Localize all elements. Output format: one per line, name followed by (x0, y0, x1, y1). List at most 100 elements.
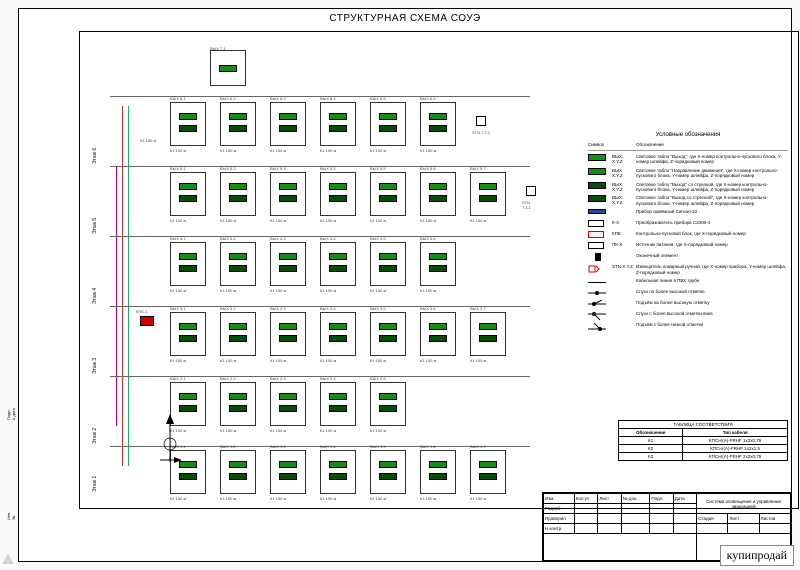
device-cabinet (170, 242, 206, 286)
exit-sign-icon (229, 113, 247, 120)
cable-dimension: К1 150 м (420, 148, 436, 153)
speaker-icon (476, 116, 486, 126)
corr-cell: КПСнг(А)-FRHF 1x2x1,5 (683, 445, 788, 453)
tb-cell: Листов (759, 514, 790, 524)
device-label: ВЫХ 1.7 (470, 444, 486, 449)
cable-dimension: К1 150 м (320, 358, 336, 363)
device-cabinet (370, 312, 406, 356)
legend-description: Подъём на более высокую отметку (636, 300, 788, 305)
exit-sign-icon (229, 253, 247, 260)
device-cabinet (470, 312, 506, 356)
legend-description: Спуск по более высокой отметке (636, 289, 788, 294)
exit-sign-icon (229, 183, 247, 190)
cable-dimension: К1 150 м (420, 496, 436, 501)
cable-dimension: К1 150 м (370, 358, 386, 363)
device-label: ВЫХ 4.3 (270, 236, 286, 241)
exit-sign-dark-icon (229, 335, 247, 342)
kpb-block (140, 316, 154, 326)
exit-sign-icon (279, 461, 297, 468)
legend-description: Оконечный элемент (636, 253, 788, 258)
tb-cell: Лист (728, 514, 759, 524)
legend-description: Извещатель пожарный ручной, где Х-номер … (636, 264, 788, 275)
device-label: ВЫХ 3.3 (270, 306, 286, 311)
cable-dimension: К1 150 м (220, 288, 236, 293)
legend-code: ПК-Х (612, 242, 632, 247)
device-cabinet (270, 450, 306, 494)
legend-code: ВЫХ. Х.Y.Z (612, 168, 632, 178)
device-label: ВЫХ 2.3 (270, 376, 286, 381)
device-cabinet (420, 312, 456, 356)
corr-header: Тип кабеля (683, 429, 788, 437)
device-cabinet (370, 382, 406, 426)
device-cabinet (170, 102, 206, 146)
exit-sign-icon (379, 253, 397, 260)
device-cabinet (320, 382, 356, 426)
cable-dimension: К1 150 м (320, 428, 336, 433)
exit-sign-icon (379, 461, 397, 468)
device-cabinet (370, 102, 406, 146)
exit-sign-dark-icon (329, 405, 347, 412)
exit-sign-dark-icon (429, 335, 447, 342)
legend-symbol (588, 264, 608, 271)
riser-line-magenta (116, 166, 117, 426)
exit-sign-dark-icon (429, 125, 447, 132)
exit-sign-dark-icon (379, 265, 397, 272)
exit-sign-icon (229, 461, 247, 468)
exit-sign-dark-icon (179, 335, 197, 342)
cable-dimension: К1 150 м (470, 358, 486, 363)
exit-sign-dark-icon (279, 125, 297, 132)
floor-label: Этаж 4 (92, 288, 98, 304)
device-cabinet (170, 312, 206, 356)
floor-label: Этаж 1 (92, 476, 98, 492)
device-label: ВЫХ 3.2 (220, 306, 236, 311)
legend-symbol (588, 322, 608, 329)
speaker-icon (526, 186, 536, 196)
device-cabinet (270, 242, 306, 286)
cable-dimension: К1 150 м (170, 358, 186, 363)
exit-sign-icon (329, 323, 347, 330)
legend-code: ВЫХ. Х.Y.Z (612, 182, 632, 192)
corr-cell: К3 (619, 453, 683, 461)
device-label: ВЫХ 5.6 (420, 166, 436, 171)
device-label: STN 7.2.1 (472, 130, 490, 135)
device-label: STN 7.1.1 (522, 200, 531, 210)
device-cabinet (270, 312, 306, 356)
legend-header-symbol: Символ (588, 142, 608, 149)
exit-sign-dark-icon (329, 195, 347, 202)
tb-cell: Лист (598, 494, 621, 504)
exit-sign-icon (329, 253, 347, 260)
device-label: ВЫХ 3.7 (470, 306, 486, 311)
exit-sign-dark-icon (229, 473, 247, 480)
legend-row: ВЫХ. Х.Y.ZСветовое табло "Выход" со стре… (588, 182, 788, 193)
exit-sign-icon (279, 113, 297, 120)
cable-dimension: К1 150 м (320, 148, 336, 153)
exit-sign-icon (279, 183, 297, 190)
legend-symbol (588, 311, 608, 318)
cable-dimension: К1 150 м (270, 358, 286, 363)
exit-sign-dark-icon (279, 473, 297, 480)
exit-sign-dark-icon (429, 265, 447, 272)
legend-code: К-Х (612, 220, 632, 225)
device-cabinet (370, 242, 406, 286)
margin-label: Инв. № (6, 508, 16, 520)
exit-sign-icon (179, 393, 197, 400)
exit-sign-icon (379, 183, 397, 190)
cable-dimension: К1 150 м (370, 288, 386, 293)
legend-symbol (588, 289, 608, 296)
cable-dimension: К1 150 м (270, 148, 286, 153)
device-label: ВЫХ 3.4 (320, 306, 336, 311)
device-cabinet (170, 172, 206, 216)
legend-row: ВЫХ. Х.Y.ZСветовое табло "Выход со стрел… (588, 195, 788, 206)
watermark: купипродай (720, 545, 794, 566)
exit-sign-dark-icon (179, 265, 197, 272)
exit-sign-icon (329, 183, 347, 190)
device-label: ВЫХ 2.4 (320, 376, 336, 381)
exit-sign-dark-icon (379, 125, 397, 132)
tb-cell: Проверил (544, 514, 575, 524)
legend-description: Световое табло "Направление движения", г… (636, 168, 788, 179)
cable-dimension: К1 150 м (220, 496, 236, 501)
corr-cell: К1 (619, 437, 683, 445)
floor-label: Этаж 3 (92, 358, 98, 374)
cable-dimension: К1 150 м (470, 496, 486, 501)
legend-description: Преобразователь прибора С2000-4 (636, 220, 788, 225)
